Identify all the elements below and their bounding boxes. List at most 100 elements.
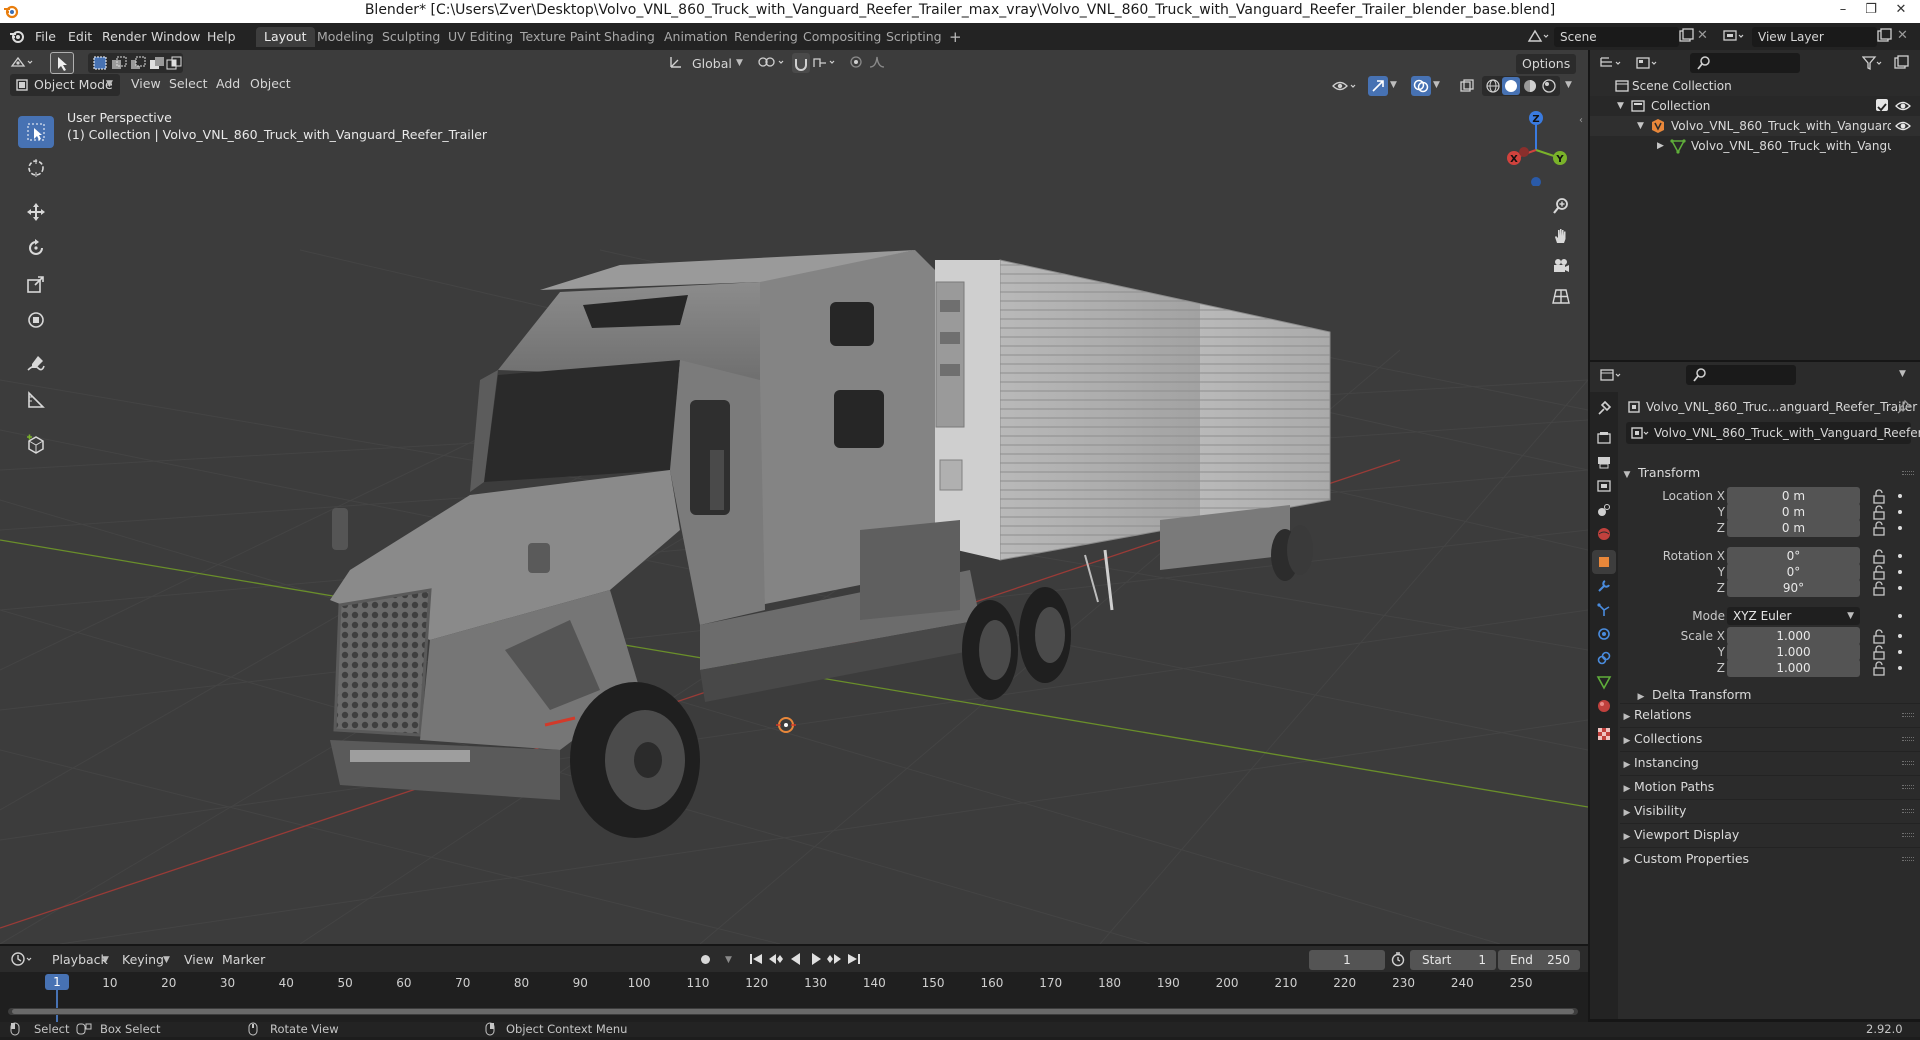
rotation-mode-dropdown[interactable]: XYZ Euler ▼ <box>1727 607 1860 625</box>
options-dropdown[interactable]: Options <box>1516 54 1577 74</box>
play-reverse-icon[interactable] <box>788 951 804 970</box>
relations-section[interactable]: ▶ Relations <box>1620 703 1920 725</box>
editor-type-icon[interactable] <box>10 54 36 73</box>
select-tool-mode-icon[interactable] <box>50 52 74 74</box>
object-mode-dropdown[interactable]: Object Mode ▼ <box>10 74 120 96</box>
proportional-edit-icon[interactable] <box>848 54 864 73</box>
move-tool[interactable] <box>18 196 54 228</box>
view-layer-properties-tab[interactable] <box>1592 474 1616 498</box>
expand-arrow-icon[interactable]: ▼ <box>1617 96 1624 116</box>
lock-icon[interactable] <box>1872 660 1886 679</box>
snap-toggle-icon[interactable] <box>792 53 810 73</box>
instancing-section[interactable]: ▶ Instancing <box>1620 751 1920 773</box>
menu-window[interactable]: Window <box>145 27 206 46</box>
timeline-editor-icon[interactable] <box>10 951 36 970</box>
viewport-menu-select[interactable]: Select <box>163 74 214 94</box>
pin-icon[interactable] <box>1896 399 1912 418</box>
select-new-icon[interactable] <box>92 55 108 74</box>
timeline-scrollbar-thumb[interactable] <box>12 1009 1574 1014</box>
add-cube-tool[interactable] <box>18 428 54 460</box>
particles-properties-tab[interactable] <box>1592 598 1616 622</box>
keyframe-dot-icon[interactable] <box>1898 510 1902 514</box>
chevron-down-icon[interactable]: ▼ <box>1565 80 1572 90</box>
render-properties-tab[interactable] <box>1592 426 1616 450</box>
custom-properties-section[interactable]: ▶ Custom Properties <box>1620 847 1920 869</box>
outliner-row-scene-collection[interactable]: Scene Collection <box>1590 76 1920 96</box>
viewport-menu-object[interactable]: Object <box>244 74 297 94</box>
drag-grip-icon[interactable] <box>1902 737 1914 741</box>
auto-keying-icon[interactable] <box>701 955 710 964</box>
camera-view-icon[interactable] <box>1547 252 1575 280</box>
falloff-icon[interactable] <box>868 54 890 73</box>
drag-grip-icon[interactable] <box>1902 761 1914 765</box>
playhead-line[interactable] <box>56 990 58 1022</box>
tab-compositing[interactable]: Compositing <box>795 27 889 47</box>
timeline-scrollbar[interactable] <box>8 1008 1578 1015</box>
overlays-toggle-icon[interactable] <box>1411 76 1431 96</box>
jump-keyframe-forward-icon[interactable] <box>826 951 842 970</box>
object-properties-tab[interactable] <box>1592 550 1616 574</box>
transform-tool[interactable] <box>18 304 54 336</box>
scale-tool[interactable] <box>18 268 54 300</box>
select-box-tool[interactable] <box>18 116 54 148</box>
chevron-down-icon[interactable]: ▼ <box>1899 369 1906 379</box>
transform-section-header[interactable]: ▼ Transform <box>1620 462 1920 484</box>
tab-animation[interactable]: Animation <box>656 27 736 47</box>
chevron-down-icon[interactable]: ▼ <box>725 955 732 965</box>
physics-properties-tab[interactable] <box>1592 622 1616 646</box>
keyframe-dot-icon[interactable] <box>1898 570 1902 574</box>
visibility-selectability-icon[interactable] <box>1332 78 1360 97</box>
motion-paths-section[interactable]: ▶ Motion Paths <box>1620 775 1920 797</box>
toggle-perspective-icon[interactable] <box>1547 282 1575 310</box>
view-layer-icon[interactable] <box>1722 28 1744 47</box>
collapse-arrow-icon[interactable]: ▶ <box>1657 136 1664 156</box>
blender-menu-icon[interactable] <box>9 28 25 47</box>
timeline-menu-keying[interactable]: Keying <box>116 950 170 970</box>
sidebar-toggle-icon[interactable]: ‹ <box>1579 115 1583 126</box>
object-datablock-field[interactable]: Volvo_VNL_860_Truck_with_Vanguard_Reefer… <box>1626 422 1920 444</box>
new-view-layer-icon[interactable] <box>1876 28 1892 47</box>
select-extend-icon[interactable] <box>111 55 127 74</box>
keyframe-dot-icon[interactable] <box>1898 650 1902 654</box>
tool-properties-tab[interactable] <box>1592 396 1616 420</box>
filter-icon[interactable] <box>1861 55 1884 74</box>
keyframe-dot-icon[interactable] <box>1898 586 1902 590</box>
jump-start-icon[interactable] <box>748 951 764 970</box>
snap-target-icon[interactable] <box>812 54 840 73</box>
tab-shading[interactable]: Shading <box>596 27 663 47</box>
tab-texture-paint[interactable]: Texture Paint <box>512 27 609 47</box>
measure-tool[interactable] <box>18 384 54 416</box>
lock-icon[interactable] <box>1872 580 1886 599</box>
scene-properties-tab[interactable] <box>1592 498 1616 522</box>
tab-sculpting[interactable]: Sculpting <box>374 27 448 47</box>
current-frame-field[interactable]: 1 <box>1309 950 1385 970</box>
material-properties-tab[interactable] <box>1592 694 1616 718</box>
menu-help[interactable]: Help <box>201 27 242 46</box>
tab-modeling[interactable]: Modeling <box>309 27 382 47</box>
collections-section[interactable]: ▶ Collections <box>1620 727 1920 749</box>
timeline-menu-view[interactable]: View <box>178 950 220 970</box>
keyframe-dot-icon[interactable] <box>1898 494 1902 498</box>
menu-file[interactable]: File <box>29 27 62 46</box>
select-intersect-icon[interactable] <box>166 55 182 74</box>
zoom-view-icon[interactable] <box>1547 192 1575 220</box>
rendered-shading-icon[interactable] <box>1541 78 1557 97</box>
keyframe-dot-icon[interactable] <box>1898 554 1902 558</box>
modifier-properties-tab[interactable] <box>1592 574 1616 598</box>
tab-rendering[interactable]: Rendering <box>726 27 806 47</box>
data-properties-tab[interactable] <box>1592 670 1616 694</box>
3d-viewport[interactable]: Global ▼ Options Object Mode ▼ View Sele… <box>0 50 1588 944</box>
keyframe-dot-icon[interactable] <box>1898 526 1902 530</box>
scene-type-icon[interactable] <box>1527 28 1549 47</box>
display-mode-icon[interactable] <box>1635 55 1661 74</box>
gizmo-toggle-icon[interactable] <box>1368 76 1388 96</box>
new-collection-icon[interactable] <box>1893 55 1909 74</box>
select-invert-icon[interactable] <box>149 55 165 74</box>
transform-orientation-dropdown[interactable]: Global <box>686 54 738 74</box>
play-icon[interactable] <box>808 951 824 970</box>
outliner-editor-icon[interactable] <box>1599 55 1625 74</box>
drag-grip-icon[interactable] <box>1902 833 1914 837</box>
remove-view-layer-icon[interactable]: ✕ <box>1897 28 1908 43</box>
keyframe-dot-icon[interactable] <box>1898 634 1902 638</box>
keyframe-dot-icon[interactable] <box>1898 614 1902 618</box>
